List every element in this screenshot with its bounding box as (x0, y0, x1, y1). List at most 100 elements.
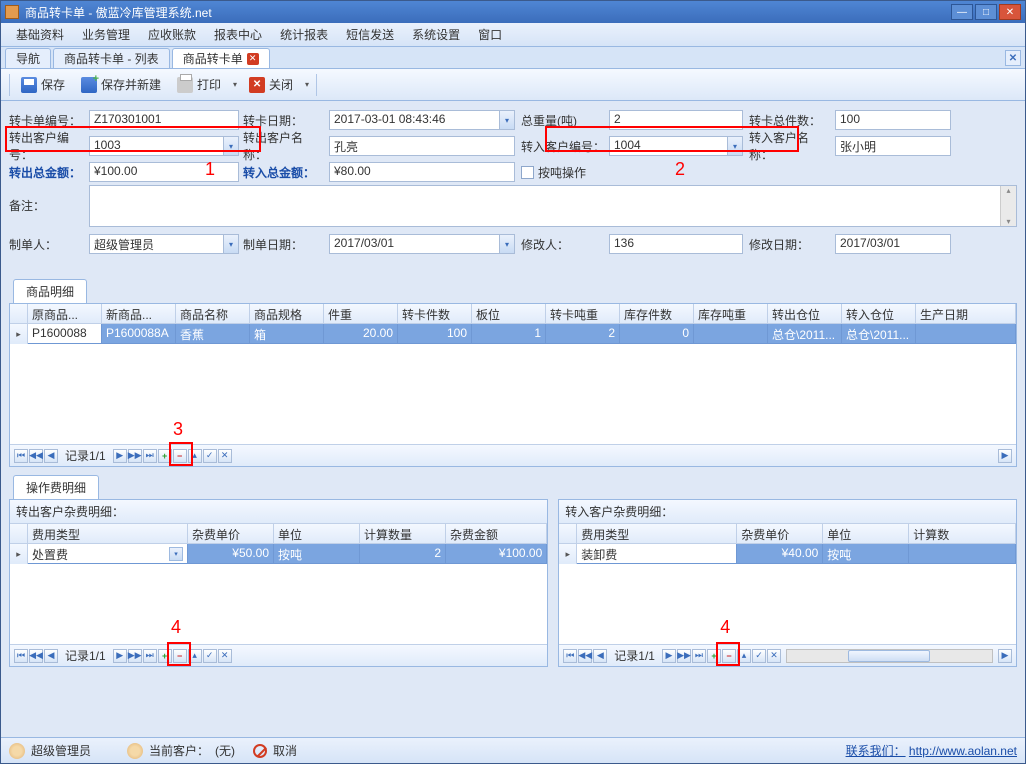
menu-window[interactable]: 窗口 (469, 23, 511, 46)
menu-receivables[interactable]: 应收账款 (139, 23, 205, 46)
out-cust-dropdown[interactable]: ▾ (223, 136, 239, 156)
status-contact[interactable]: 联系我们： (846, 744, 906, 758)
nav-prevpage[interactable]: ◀◀ (29, 449, 43, 463)
nav-prev[interactable]: ◀ (44, 649, 58, 663)
col-in-loc[interactable]: 转入仓位 (842, 304, 916, 323)
col-board[interactable]: 板位 (472, 304, 546, 323)
close-button[interactable]: ✕关闭 (242, 72, 300, 97)
make-date-dropdown[interactable]: ▾ (499, 234, 515, 254)
nav-edit[interactable]: ▴ (188, 449, 202, 463)
tab-close-icon[interactable]: ✕ (247, 53, 259, 65)
nav-first[interactable]: ⏮ (14, 449, 28, 463)
nav-next[interactable]: ▶ (662, 649, 676, 663)
out-col-type[interactable]: 费用类型 (28, 524, 188, 543)
nav-nextpage[interactable]: ▶▶ (677, 649, 691, 663)
in-col-type[interactable]: 费用类型 (577, 524, 737, 543)
field-out-cust-name[interactable]: 孔亮 (329, 136, 515, 156)
menu-report-center[interactable]: 报表中心 (205, 23, 271, 46)
nav-first[interactable]: ⏮ (563, 649, 577, 663)
nav-prev[interactable]: ◀ (44, 449, 58, 463)
remark-scrollbar[interactable]: ▴▾ (1000, 186, 1016, 226)
nav-next[interactable]: ▶ (113, 449, 127, 463)
in-col-price[interactable]: 杂费单价 (737, 524, 823, 543)
in-fee-scrollbar[interactable] (786, 649, 993, 663)
col-old-product[interactable]: 原商品... (28, 304, 102, 323)
nav-scroll-right[interactable]: ▶ (998, 449, 1012, 463)
nav-remove[interactable]: − (173, 649, 187, 663)
field-in-amount[interactable]: ¥80.00 (329, 162, 515, 182)
cancel-icon[interactable] (253, 744, 267, 758)
menu-stats[interactable]: 统计报表 (271, 23, 337, 46)
nav-add[interactable]: + (158, 649, 172, 663)
minimize-button[interactable]: — (951, 4, 973, 20)
nav-last[interactable]: ⏭ (143, 449, 157, 463)
out-col-amount[interactable]: 杂费金额 (446, 524, 547, 543)
nav-last[interactable]: ⏭ (143, 649, 157, 663)
nav-scroll-right[interactable]: ▶ (998, 649, 1012, 663)
field-total-weight[interactable]: 2 (609, 110, 743, 130)
col-out-loc[interactable]: 转出仓位 (768, 304, 842, 323)
col-stock-pieces[interactable]: 库存件数 (620, 304, 694, 323)
col-pieces[interactable]: 转卡件数 (398, 304, 472, 323)
out-col-price[interactable]: 杂费单价 (188, 524, 274, 543)
field-out-cust-no[interactable]: 1003 (89, 136, 223, 156)
field-make-date[interactable]: 2017/03/01 (329, 234, 499, 254)
in-col-unit[interactable]: 单位 (823, 524, 909, 543)
nav-prev[interactable]: ◀ (593, 649, 607, 663)
col-unit-weight[interactable]: 件重 (324, 304, 398, 323)
window-close-button[interactable]: ✕ (999, 4, 1021, 20)
col-new-product[interactable]: 新商品... (102, 304, 176, 323)
in-cust-dropdown[interactable]: ▾ (727, 136, 743, 156)
field-card-no[interactable]: Z170301001 (89, 110, 239, 130)
tab-card[interactable]: 商品转卡单✕ (172, 48, 270, 68)
nav-cancel[interactable]: ✕ (218, 649, 232, 663)
out-col-unit[interactable]: 单位 (274, 524, 360, 543)
nav-cancel[interactable]: ✕ (767, 649, 781, 663)
nav-remove[interactable]: − (173, 449, 187, 463)
nav-prevpage[interactable]: ◀◀ (29, 649, 43, 663)
out-fee-row[interactable]: ▸ 处置费▾ ¥50.00 按吨 2 ¥100.00 (10, 544, 547, 564)
nav-nextpage[interactable]: ▶▶ (128, 649, 142, 663)
status-cancel[interactable]: 取消 (273, 742, 297, 759)
field-in-cust-no[interactable]: 1004 (609, 136, 727, 156)
nav-check[interactable]: ✓ (203, 449, 217, 463)
nav-prevpage[interactable]: ◀◀ (578, 649, 592, 663)
fee-type-dropdown[interactable]: ▾ (169, 547, 183, 561)
nav-add[interactable]: + (707, 649, 721, 663)
nav-edit[interactable]: ▴ (737, 649, 751, 663)
nav-add[interactable]: + (158, 449, 172, 463)
close-dropdown[interactable]: ▾ (302, 77, 312, 93)
field-card-date[interactable]: 2017-03-01 08:43:46 (329, 110, 499, 130)
status-url[interactable]: http://www.aolan.net (909, 744, 1017, 758)
field-total-pieces[interactable]: 100 (835, 110, 951, 130)
col-name[interactable]: 商品名称 (176, 304, 250, 323)
field-in-cust-name[interactable]: 张小明 (835, 136, 951, 156)
field-maker[interactable]: 超级管理员 (89, 234, 223, 254)
nav-check[interactable]: ✓ (203, 649, 217, 663)
save-new-button[interactable]: 保存并新建 (74, 72, 168, 97)
col-spec[interactable]: 商品规格 (250, 304, 324, 323)
field-out-amount[interactable]: ¥100.00 (89, 162, 239, 182)
maker-dropdown[interactable]: ▾ (223, 234, 239, 254)
in-col-qty[interactable]: 计算数 (909, 524, 1016, 543)
menu-settings[interactable]: 系统设置 (403, 23, 469, 46)
field-remark[interactable]: ▴▾ (89, 185, 1017, 227)
menu-sms[interactable]: 短信发送 (337, 23, 403, 46)
nav-last[interactable]: ⏭ (692, 649, 706, 663)
save-button[interactable]: 保存 (14, 72, 72, 97)
nav-edit[interactable]: ▴ (188, 649, 202, 663)
nav-cancel[interactable]: ✕ (218, 449, 232, 463)
product-row[interactable]: ▸ P1600088 P1600088A 香蕉 箱 20.00 100 1 2 … (10, 324, 1016, 344)
print-button[interactable]: 打印 (170, 72, 228, 97)
nav-check[interactable]: ✓ (752, 649, 766, 663)
card-date-dropdown[interactable]: ▾ (499, 110, 515, 130)
nav-remove[interactable]: − (722, 649, 736, 663)
nav-nextpage[interactable]: ▶▶ (128, 449, 142, 463)
print-dropdown[interactable]: ▾ (230, 77, 240, 93)
col-prod-date[interactable]: 生产日期 (916, 304, 1016, 323)
menu-basic-data[interactable]: 基础资料 (7, 23, 73, 46)
in-fee-row[interactable]: ▸ 装卸费 ¥40.00 按吨 (559, 544, 1016, 564)
tab-nav[interactable]: 导航 (5, 48, 51, 68)
field-modifier[interactable]: 136 (609, 234, 743, 254)
col-ton[interactable]: 转卡吨重 (546, 304, 620, 323)
